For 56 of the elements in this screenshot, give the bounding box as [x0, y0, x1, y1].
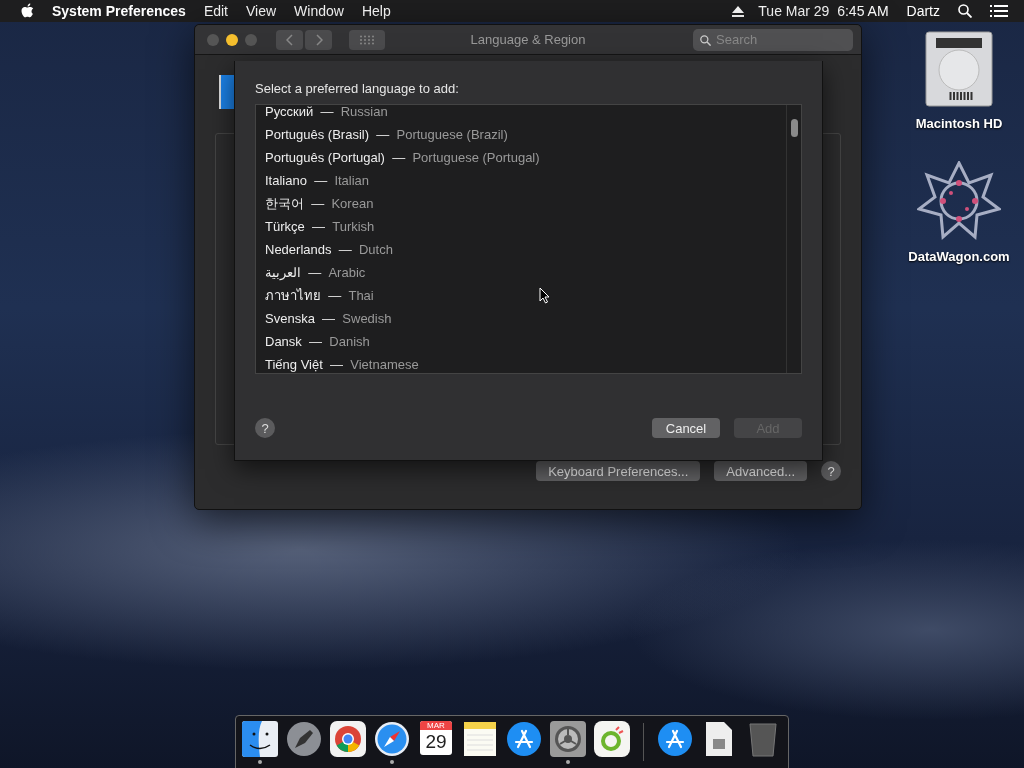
gear-icon[interactable]	[550, 721, 586, 757]
finder-icon[interactable]	[242, 721, 278, 757]
forward-button[interactable]	[305, 29, 332, 50]
language-row[interactable]: ภาษาไทย — Thai	[265, 284, 374, 307]
notepad-icon[interactable]	[463, 721, 497, 757]
app-menu[interactable]: System Preferences	[52, 3, 186, 19]
language-row[interactable]: Português (Portugal) — Portuguese (Portugal)	[265, 146, 540, 169]
help-button[interactable]: ?	[255, 418, 275, 438]
menu-item[interactable]: Help	[361, 3, 391, 19]
preferences-button[interactable]: Advanced...	[714, 461, 807, 482]
app-icon[interactable]	[594, 721, 630, 757]
language-row[interactable]: Русский — Russian	[265, 105, 388, 123]
app-store-icon[interactable]	[506, 721, 542, 757]
search-field[interactable]: Search	[693, 28, 853, 51]
language-row[interactable]: Português (Brasil) — Portuguese (Brazil)	[265, 123, 508, 146]
language-row[interactable]: Svenska — Swedish	[265, 307, 392, 330]
mouse-pointer-icon	[539, 287, 550, 304]
clock[interactable]: Tue Mar 29 6:45 AM	[758, 3, 889, 19]
hard-drive-icon[interactable]	[924, 30, 994, 108]
help-button[interactable]: ?	[821, 461, 841, 482]
list-icon[interactable]	[990, 5, 1008, 17]
eject-icon[interactable]	[732, 5, 745, 17]
language-row[interactable]: Nederlands — Dutch	[265, 238, 393, 261]
chevron-left-icon	[285, 33, 294, 46]
sheet-prompt: Select a preferred language to add:	[255, 81, 460, 96]
language-row[interactable]: Türkçe — Turkish	[265, 215, 375, 238]
show-all-button[interactable]	[349, 29, 385, 50]
document-icon[interactable]	[705, 721, 733, 757]
language-row[interactable]: Italiano — Italian	[265, 169, 370, 192]
window-title: Language & Region	[470, 32, 586, 48]
desktop-icon-label[interactable]: DataWagon.com	[908, 249, 1010, 264]
user-menu[interactable]: Dartz	[906, 3, 940, 19]
search-icon	[700, 34, 711, 46]
star-pattern-icon[interactable]	[917, 161, 1001, 241]
apple-icon[interactable]	[20, 3, 34, 19]
back-button[interactable]	[276, 29, 303, 50]
compass-icon[interactable]	[374, 721, 410, 757]
preferences-button[interactable]: Keyboard Preferences...	[536, 461, 701, 482]
cancel-button[interactable]: Cancel	[652, 418, 720, 438]
minimize-button[interactable]	[226, 33, 238, 46]
chevron-right-icon	[314, 33, 323, 46]
app-store-icon[interactable]	[657, 721, 693, 757]
menu-item[interactable]: Edit	[203, 3, 228, 19]
language-row[interactable]: Dansk — Danish	[265, 330, 370, 353]
menu-item[interactable]: Window	[294, 3, 344, 19]
scrollbar-thumb[interactable]	[790, 119, 798, 137]
language-row[interactable]: Tiếng Việt — Vietnamese	[265, 353, 419, 373]
language-row[interactable]: 한국어 — Korean	[265, 192, 374, 215]
chrome-icon[interactable]	[330, 721, 366, 757]
calendar-icon[interactable]: MAR 29	[420, 721, 452, 755]
grid-icon	[359, 34, 375, 45]
menu-item[interactable]: View	[246, 3, 277, 19]
search-icon[interactable]	[958, 4, 972, 18]
desktop-icon-label[interactable]: Macintosh HD	[915, 116, 1003, 131]
flag-icon	[219, 75, 235, 110]
trash-icon[interactable]	[748, 721, 778, 757]
